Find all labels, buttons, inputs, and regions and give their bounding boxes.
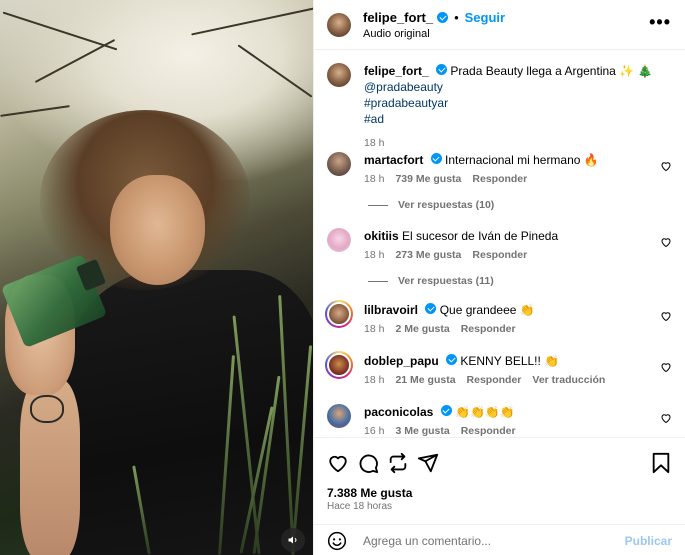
comment-time: 18 h — [364, 323, 385, 335]
post-time: Hace 18 horas — [327, 501, 393, 512]
caption-hashtag[interactable]: #ad — [364, 111, 672, 127]
commenter-avatar[interactable] — [327, 152, 351, 176]
verified-badge-icon — [425, 303, 437, 314]
verified-badge-icon — [437, 11, 449, 23]
comment-text: Que grandeee — [439, 303, 517, 317]
comment-emoji: 🔥 — [583, 153, 599, 167]
replies-line — [368, 204, 388, 206]
reply-button[interactable]: Responder — [461, 425, 516, 437]
reply-button[interactable]: Responder — [472, 249, 527, 261]
comment-likes[interactable]: 3 Me gusta — [395, 425, 449, 437]
more-options-icon[interactable]: ••• — [649, 13, 671, 33]
caption-hashtag[interactable]: #pradabeautyar — [364, 95, 672, 111]
emoji-icon[interactable] — [327, 531, 347, 551]
comment-item: lilbravoirl Que grandeee 👏 18 h 2 Me gus… — [325, 300, 672, 335]
comment-time: 18 h — [364, 249, 385, 261]
reply-button[interactable]: Responder — [467, 374, 522, 386]
commenter-avatar[interactable] — [327, 228, 351, 252]
comment-icon[interactable] — [357, 452, 379, 474]
commenter-avatar[interactable] — [325, 351, 353, 379]
comment-item: martacfort Internacional mi hermano 🔥 18… — [327, 152, 672, 185]
publish-button[interactable]: Publicar — [625, 534, 672, 548]
avatar-image — [327, 353, 351, 377]
separator-dot: • — [454, 9, 459, 25]
comment-text: Internacional mi hermano — [445, 153, 581, 167]
view-replies-label: Ver respuestas (10) — [398, 199, 495, 211]
caption-text: Prada Beauty llega a Argentina — [450, 64, 616, 78]
commenter-avatar[interactable] — [325, 300, 353, 328]
comment-username[interactable]: paconicolas — [364, 405, 433, 419]
reply-button[interactable]: Responder — [472, 173, 527, 185]
author-username[interactable]: felipe_fort_ — [363, 9, 433, 26]
comment-username[interactable]: lilbravoirl — [364, 303, 418, 317]
action-icons — [327, 452, 672, 476]
verified-badge-icon — [430, 153, 442, 164]
share-icon[interactable] — [417, 452, 439, 474]
comment-text: El sucesor de Iván de Pineda — [402, 229, 559, 243]
comment-emoji: 👏 — [519, 303, 535, 317]
like-comment-heart-icon[interactable] — [660, 361, 672, 373]
verified-badge-icon — [446, 354, 458, 365]
verified-badge-icon — [440, 405, 452, 416]
bookmark-icon[interactable] — [650, 452, 672, 474]
like-comment-heart-icon[interactable] — [660, 236, 672, 248]
caption-username[interactable]: felipe_fort_ — [364, 64, 429, 78]
mute-icon — [288, 536, 297, 544]
see-translation-button[interactable]: Ver traducción — [532, 374, 605, 386]
comment-username[interactable]: okitiis — [364, 229, 399, 243]
add-comment-bar: Publicar — [314, 524, 685, 555]
like-comment-heart-icon[interactable] — [660, 160, 672, 172]
comment-time: 18 h — [364, 374, 385, 386]
comment-emoji: 👏 — [544, 354, 560, 368]
likes-count[interactable]: 7.388 Me gusta — [327, 486, 412, 500]
like-comment-heart-icon[interactable] — [660, 310, 672, 322]
comment-input[interactable] — [363, 533, 625, 548]
post-actions: 7.388 Me gusta Hace 18 horas Publicar — [314, 437, 685, 555]
post-header: felipe_fort_ • Seguir Audio original ••• — [314, 0, 685, 50]
view-replies-button[interactable]: Ver respuestas (11) — [368, 275, 494, 287]
caption: felipe_fort_ Prada Beauty llega a Argent… — [327, 63, 672, 149]
view-replies-button[interactable]: Ver respuestas (10) — [368, 199, 494, 211]
comment-likes[interactable]: 739 Me gusta — [395, 173, 461, 185]
comment-item: paconicolas 👏👏👏👏 16 h 3 Me gusta Respond… — [327, 404, 672, 437]
comment-likes[interactable]: 273 Me gusta — [395, 249, 461, 261]
comment-item: doblep_papu KENNY BELL!! 👏 18 h 21 Me gu… — [325, 351, 672, 386]
header-info: felipe_fort_ • Seguir Audio original — [363, 9, 649, 41]
comment-time: 16 h — [364, 425, 385, 437]
avatar-image — [327, 302, 351, 326]
heart-icon[interactable] — [327, 452, 349, 474]
mute-button[interactable] — [281, 528, 305, 552]
follow-button[interactable]: Seguir — [465, 9, 505, 26]
comment-item: okitiis El sucesor de Iván de Pineda 18 … — [327, 228, 672, 261]
repost-icon[interactable] — [387, 452, 409, 474]
caption-mention[interactable]: @pradabeauty — [364, 79, 672, 95]
comments-section[interactable]: felipe_fort_ Prada Beauty llega a Argent… — [314, 51, 685, 437]
caption-time: 18 h — [364, 137, 385, 149]
post-panel: felipe_fort_ • Seguir Audio original •••… — [313, 0, 685, 555]
audio-label[interactable]: Audio original — [363, 27, 649, 41]
comment-text: KENNY BELL!! — [460, 354, 541, 368]
comment-username[interactable]: martacfort — [364, 153, 423, 167]
photo-tattoo — [30, 395, 64, 423]
author-avatar[interactable] — [327, 12, 351, 37]
verified-badge-icon — [436, 64, 448, 75]
comment-likes[interactable]: 2 Me gusta — [395, 323, 449, 335]
post-media[interactable] — [0, 0, 313, 555]
comment-username[interactable]: doblep_papu — [364, 354, 439, 368]
photo-face — [110, 175, 205, 285]
view-replies-label: Ver respuestas (11) — [398, 275, 494, 287]
comment-likes[interactable]: 21 Me gusta — [395, 374, 455, 386]
like-comment-heart-icon[interactable] — [660, 412, 672, 424]
caption-emojis: ✨ 🎄 — [619, 64, 653, 78]
replies-line — [368, 280, 388, 282]
caption-avatar[interactable] — [327, 63, 351, 87]
comment-emoji: 👏👏👏👏 — [455, 405, 515, 419]
comment-time: 18 h — [364, 173, 385, 185]
instagram-post-view: felipe_fort_ • Seguir Audio original •••… — [0, 0, 685, 555]
commenter-avatar[interactable] — [327, 404, 351, 428]
reply-button[interactable]: Responder — [461, 323, 516, 335]
